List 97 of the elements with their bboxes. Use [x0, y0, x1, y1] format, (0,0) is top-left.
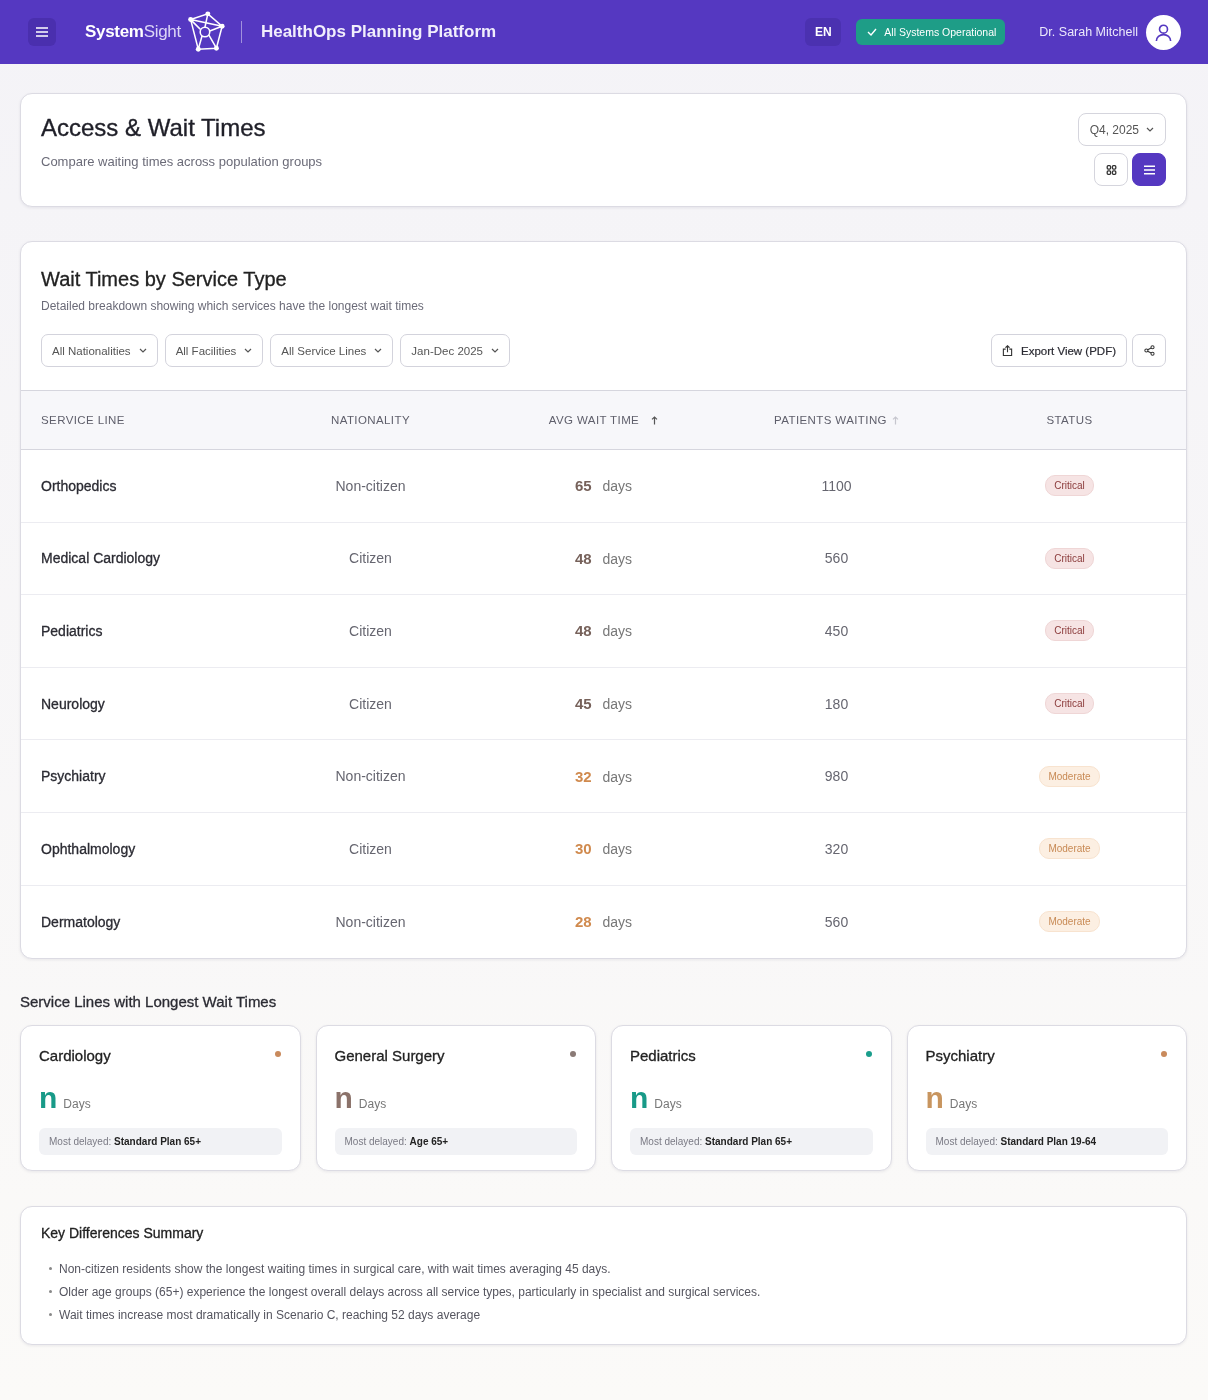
filter-dropdown[interactable]: All Nationalities: [41, 334, 158, 367]
table-cell: Citizen: [349, 695, 392, 712]
table-cell: Non-citizen: [335, 477, 406, 494]
list-view-button[interactable]: [1132, 153, 1166, 186]
summary-point: Wait times increase most dramatically in Scenario C, reaching 52 days average: [59, 1307, 481, 1322]
table-cell: 65 days: [574, 477, 633, 495]
table-cell: Pediatrics: [41, 623, 103, 639]
page-subtitle: Compare waiting times across population groups: [41, 153, 323, 171]
share-button[interactable]: [1132, 334, 1166, 367]
grid-icon: [1105, 164, 1117, 175]
export-button[interactable]: Export View (PDF): [991, 334, 1127, 367]
summary-title: Key Differences Summary: [41, 1224, 205, 1243]
menu-icon: [36, 27, 48, 37]
card-title: Pediatrics: [630, 1046, 696, 1067]
user-icon: [1154, 22, 1173, 42]
unit-label: Days: [63, 1097, 91, 1112]
filter-dropdown[interactable]: Jan-Dec 2025: [400, 334, 510, 367]
table-cell: 45 days: [574, 695, 633, 713]
column-header: STATUS: [1046, 414, 1093, 426]
sort-arrow-icon[interactable]: [651, 415, 659, 425]
table-cell: 450: [824, 623, 849, 639]
table-cell: 32 days: [574, 767, 633, 785]
card-title: Psychiatry: [925, 1046, 995, 1067]
status-tag: Critical: [1045, 620, 1094, 642]
upload-icon: [1002, 345, 1013, 356]
table-cell: Neurology: [41, 695, 105, 712]
section-title: Service Lines with Longest Wait Times: [20, 993, 278, 1012]
table-cell: 48 days: [574, 549, 633, 567]
check-icon: [867, 28, 878, 36]
bullet-icon: [49, 1290, 52, 1294]
system-status-text: All Systems Operational: [884, 26, 997, 38]
period-dropdown[interactable]: Q4, 2025: [1077, 113, 1166, 146]
table-cell: Ophthalmology: [41, 840, 136, 857]
user-name: Dr. Sarah Mitchell: [1039, 25, 1138, 39]
unit-label: Days: [654, 1097, 682, 1112]
wait-value: n: [630, 1082, 649, 1115]
unit-label: Days: [949, 1097, 978, 1112]
summary-point: Non-citizen residents show the longest waiting times in surgical care, with wait times averaging 45 days.: [59, 1261, 611, 1276]
unit-label: Days: [358, 1097, 387, 1112]
column-header: NATIONALITY: [331, 414, 410, 426]
logo-wordmark: SystemSight: [85, 22, 181, 42]
table-cell: Citizen: [349, 550, 392, 567]
bullet-icon: [49, 1313, 52, 1317]
status-tag: Critical: [1045, 547, 1094, 569]
column-header: SERVICE LINE: [41, 414, 125, 426]
table-cell: Medical Cardiology: [41, 550, 161, 567]
table-cell: 30 days: [574, 840, 633, 858]
summary-point: Older age groups (65+) experience the longest overall delays across all service types, particularly in specialist and surgical services.: [59, 1284, 761, 1299]
card-title: General Surgery: [334, 1046, 445, 1067]
bullet-icon: [49, 1267, 52, 1271]
table-cell: 1100: [821, 477, 852, 494]
table-cell: Citizen: [349, 623, 392, 639]
chevron-down-icon: [490, 348, 499, 353]
list-icon: [1143, 164, 1155, 175]
chevron-down-icon: [138, 348, 147, 353]
table-cell: 560: [824, 550, 849, 567]
status-tag: Moderate: [1039, 911, 1100, 933]
wait-value: n: [334, 1082, 353, 1115]
table-cell: Orthopedics: [41, 477, 117, 494]
status-tag: Critical: [1045, 475, 1094, 497]
column-header: PATIENTS WAITING: [774, 414, 887, 426]
table-cell: 180: [824, 695, 849, 712]
user-avatar-button[interactable]: [1146, 14, 1181, 50]
table-cell: Psychiatry: [41, 768, 106, 785]
most-delayed-note: Most delayed: Standard Plan 19-64: [925, 1128, 1168, 1156]
filter-dropdown[interactable]: All Service Lines: [270, 334, 394, 367]
most-delayed-note: Most delayed: Standard Plan 65+: [39, 1128, 282, 1156]
table-cell: 48 days: [574, 622, 633, 640]
status-tag: Critical: [1045, 693, 1094, 715]
table-cell: 28 days: [574, 913, 633, 931]
card-title: Cardiology: [39, 1046, 111, 1067]
language-button[interactable]: EN: [805, 18, 842, 46]
most-delayed-note: Most delayed: Standard Plan 65+: [630, 1128, 873, 1156]
table-cell: 980: [824, 768, 849, 785]
table-cell: Dermatology: [41, 913, 121, 930]
column-header: AVG WAIT TIME: [548, 414, 640, 426]
panel-subtitle: Detailed breakdown showing which services have the longest wait times: [41, 298, 425, 314]
menu-button[interactable]: [28, 18, 56, 46]
wait-value: n: [925, 1082, 944, 1115]
panel-title: Wait Times by Service Type: [41, 267, 288, 292]
filter-dropdown[interactable]: All Facilities: [164, 334, 264, 367]
most-delayed-note: Most delayed: Age 65+: [334, 1128, 577, 1156]
wait-value: n: [39, 1082, 58, 1115]
chevron-down-icon: [244, 348, 253, 353]
status-tag: Moderate: [1039, 838, 1100, 860]
page-title: Access & Wait Times: [41, 113, 267, 143]
share-icon: [1143, 345, 1155, 356]
table-cell: Citizen: [349, 840, 392, 857]
table-cell: Non-citizen: [335, 913, 406, 930]
table-cell: 320: [824, 840, 849, 857]
grid-view-button[interactable]: [1094, 153, 1128, 186]
app-title: HealthOps Planning Platform: [260, 22, 497, 42]
table-cell: Non-citizen: [335, 768, 406, 785]
table-cell: 560: [824, 913, 849, 930]
chevron-down-icon: [374, 348, 383, 353]
status-tag: Moderate: [1039, 765, 1100, 787]
chevron-down-icon: [1146, 127, 1154, 132]
